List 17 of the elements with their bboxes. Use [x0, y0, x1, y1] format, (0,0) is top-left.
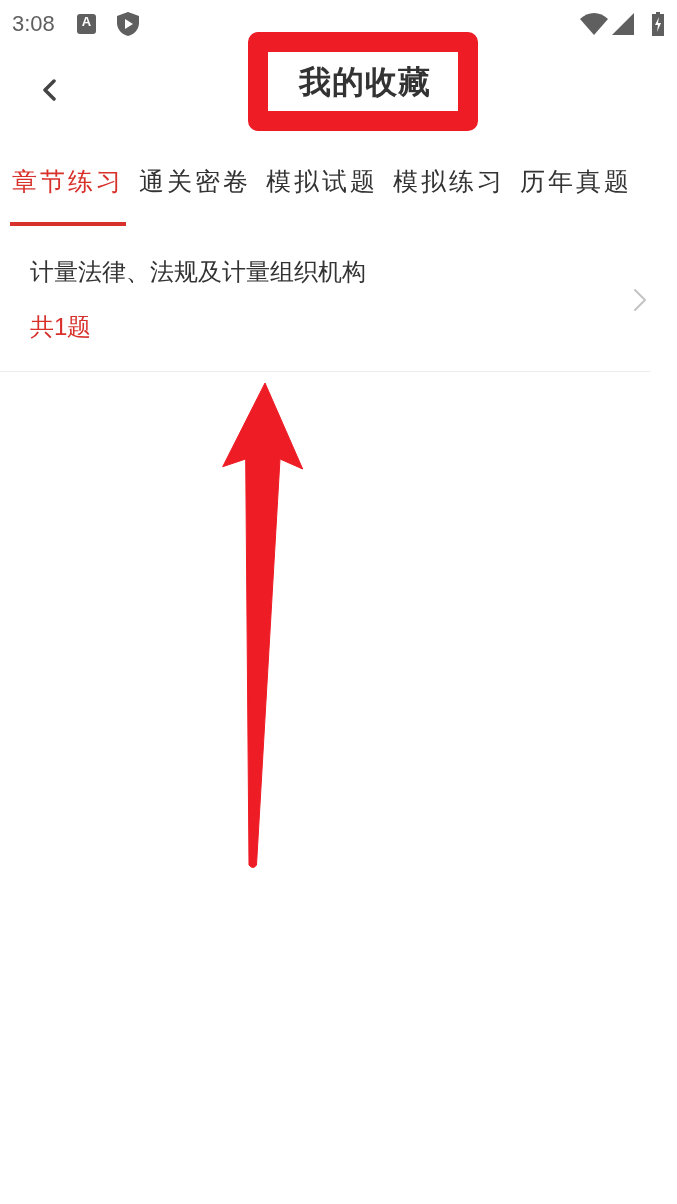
letter-a-icon: A	[76, 14, 96, 34]
signal-icon	[612, 13, 634, 35]
chapter-title: 计量法律、法规及计量组织机构	[30, 257, 366, 287]
question-count: 共1题	[30, 312, 92, 342]
chapter-list-item[interactable]: 计量法律、法规及计量组织机构 共1题	[0, 226, 650, 372]
status-time: 3:08	[12, 11, 55, 37]
tab[interactable]: 模拟试题	[264, 140, 380, 226]
battery-charging-icon	[652, 12, 664, 36]
wifi-icon	[580, 13, 608, 35]
tab[interactable]: 模拟练习	[391, 140, 507, 226]
chevron-right-icon	[633, 287, 647, 312]
page-title: 我的收藏	[299, 62, 431, 102]
chevron-left-icon	[40, 79, 58, 101]
shield-play-icon	[116, 12, 139, 36]
tab[interactable]: 章节练习	[10, 140, 126, 226]
tab[interactable]: 历年真题	[518, 140, 634, 226]
tab[interactable]: 通关密卷	[137, 140, 253, 226]
